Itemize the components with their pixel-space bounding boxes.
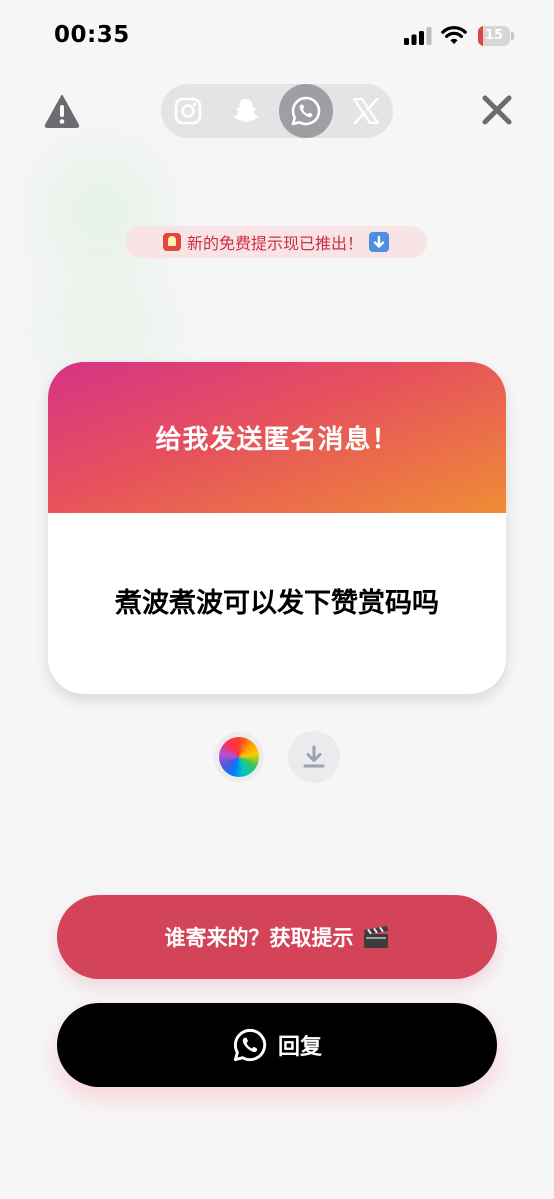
download-icon bbox=[303, 745, 325, 768]
warning-icon[interactable] bbox=[44, 94, 80, 128]
tab-whatsapp[interactable] bbox=[279, 84, 333, 138]
tab-x[interactable] bbox=[339, 84, 393, 138]
color-picker-button[interactable] bbox=[214, 732, 264, 782]
tab-snapchat[interactable] bbox=[219, 84, 273, 138]
card-body: 煮波煮波可以发下赞赏码吗 bbox=[48, 513, 506, 694]
battery-level: 15 bbox=[484, 28, 504, 43]
down-arrow-emoji-icon bbox=[369, 232, 389, 252]
clapper-board-icon bbox=[363, 926, 388, 948]
reply-button[interactable]: 回复 bbox=[57, 1003, 497, 1087]
card-title: 给我发送匿名消息！ bbox=[155, 425, 399, 455]
whatsapp-icon bbox=[291, 96, 321, 126]
hint-button-label: 谁寄来的？获取提示 bbox=[164, 926, 354, 950]
download-button[interactable] bbox=[288, 731, 340, 783]
battery-indicator: 15 bbox=[478, 26, 515, 46]
new-hints-notice[interactable]: 新的免费提示现已推出！ bbox=[125, 226, 427, 258]
x-icon bbox=[352, 98, 380, 124]
platform-selector bbox=[161, 84, 393, 138]
siren-emoji-icon bbox=[162, 233, 181, 251]
snapchat-icon bbox=[233, 99, 259, 122]
whatsapp-icon bbox=[233, 1028, 267, 1062]
color-wheel-icon bbox=[219, 737, 259, 777]
get-hint-button[interactable]: 谁寄来的？获取提示 bbox=[57, 895, 497, 979]
notice-text: 新的免费提示现已推出！ bbox=[186, 234, 363, 253]
card-header: 给我发送匿名消息！ bbox=[48, 362, 506, 513]
close-icon[interactable] bbox=[480, 93, 514, 127]
reply-button-label: 回复 bbox=[277, 1035, 322, 1060]
tab-instagram[interactable] bbox=[161, 84, 215, 138]
status-time: 00:35 bbox=[54, 22, 130, 48]
cellular-signal-icon bbox=[404, 27, 432, 45]
message-card: 给我发送匿名消息！ 煮波煮波可以发下赞赏码吗 bbox=[48, 362, 506, 694]
instagram-icon bbox=[174, 97, 202, 125]
wifi-icon bbox=[441, 26, 467, 44]
anonymous-message: 煮波煮波可以发下赞赏码吗 bbox=[115, 587, 439, 619]
